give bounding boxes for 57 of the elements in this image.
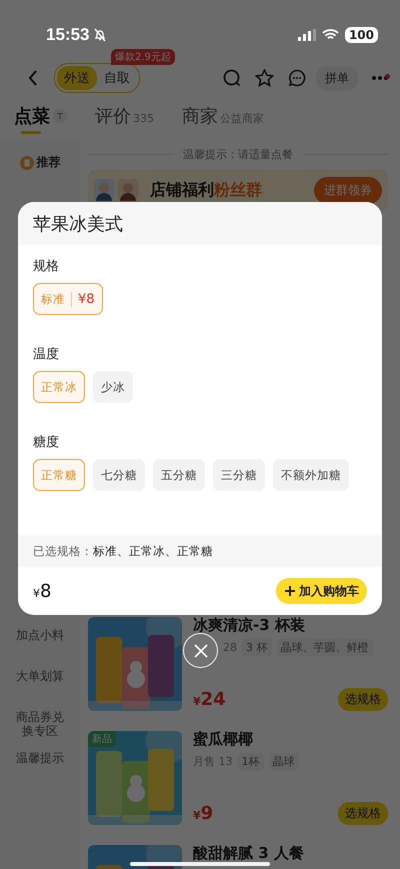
chat-button[interactable] bbox=[288, 69, 306, 87]
sidebar-item[interactable]: 商品券兑换专区 bbox=[16, 710, 64, 751]
product-tag: 1杯 bbox=[238, 753, 264, 770]
dialog-title: 苹果冰美式 bbox=[33, 212, 123, 236]
product-name: 蜜瓜椰椰 bbox=[193, 731, 254, 748]
group-label: 糖度 bbox=[33, 434, 60, 451]
join-group-button[interactable]: 进群领券 bbox=[314, 176, 382, 204]
battery-level: 100 bbox=[344, 27, 378, 43]
back-button[interactable] bbox=[28, 70, 38, 86]
promo-badge: 爆款2.9元起 bbox=[111, 49, 175, 65]
sidebar-item[interactable]: 加点小料 bbox=[16, 628, 64, 669]
banner-title: 店铺福利粉丝群 bbox=[150, 180, 262, 200]
choose-spec-button[interactable]: 选规格 bbox=[338, 802, 388, 825]
product-name: 冰爽清凉-3 杯装 bbox=[193, 617, 306, 634]
product-tag: 晶球、芋圆、鲜橙 bbox=[276, 639, 372, 656]
close-button[interactable] bbox=[183, 633, 218, 668]
group-label: 温度 bbox=[33, 346, 60, 363]
option-chip[interactable]: 少冰 bbox=[93, 371, 133, 403]
choose-spec-button[interactable]: 选规格 bbox=[338, 688, 388, 711]
new-badge: 新品 bbox=[88, 731, 116, 747]
close-icon bbox=[192, 642, 208, 658]
bell-off-icon bbox=[93, 28, 108, 42]
option-chip[interactable]: 标准 ¥8 bbox=[33, 283, 103, 315]
sidebar-item[interactable]: 大单划算 bbox=[16, 669, 64, 710]
product-name: 酸甜解腻 3 人餐 bbox=[193, 845, 305, 862]
option-chip[interactable]: 不额外加糖 bbox=[273, 459, 349, 491]
option-chip[interactable]: 五分糖 bbox=[153, 459, 205, 491]
search-button[interactable] bbox=[223, 69, 241, 87]
mode-tab[interactable]: 自取 bbox=[97, 66, 137, 90]
sidebar-item[interactable]: 温馨提示 bbox=[16, 751, 64, 792]
product-tag: 晶球 bbox=[268, 753, 298, 770]
summary-label: 已选规格： bbox=[33, 544, 93, 558]
tab[interactable]: 点菜 bbox=[14, 104, 67, 134]
star-button[interactable] bbox=[255, 69, 274, 87]
sidebar-item[interactable]: 推荐 bbox=[20, 154, 60, 171]
option-chip[interactable]: 七分糖 bbox=[93, 459, 145, 491]
collapse-icon bbox=[53, 109, 67, 123]
option-chip[interactable]: 正常冰 bbox=[33, 371, 85, 403]
option-price: ¥8 bbox=[71, 292, 95, 306]
product-tag: 3 杯 bbox=[242, 639, 272, 656]
plus-icon bbox=[284, 585, 296, 597]
product-price: ¥24 bbox=[193, 689, 226, 710]
total-price: ¥8 bbox=[33, 580, 52, 602]
more-button[interactable] bbox=[372, 76, 388, 80]
group-order-button[interactable]: 拼单 bbox=[316, 66, 358, 90]
signal-icon bbox=[298, 29, 316, 41]
option-chip[interactable]: 正常糖 bbox=[33, 459, 85, 491]
notice-text: 温馨提示：请适量点餐 bbox=[183, 146, 293, 162]
add-to-cart-button[interactable]: 加入购物车 bbox=[276, 578, 367, 604]
summary-value: 标准、正常冰、正常糖 bbox=[93, 544, 213, 558]
bookmark-icon bbox=[20, 156, 34, 170]
option-chip[interactable]: 三分糖 bbox=[213, 459, 265, 491]
group-label: 规格 bbox=[33, 258, 60, 275]
mode-tab[interactable]: 外送 bbox=[57, 66, 97, 90]
wifi-icon bbox=[322, 29, 339, 41]
status-time: 15:53 bbox=[46, 25, 90, 45]
product-price: ¥9 bbox=[193, 803, 214, 824]
